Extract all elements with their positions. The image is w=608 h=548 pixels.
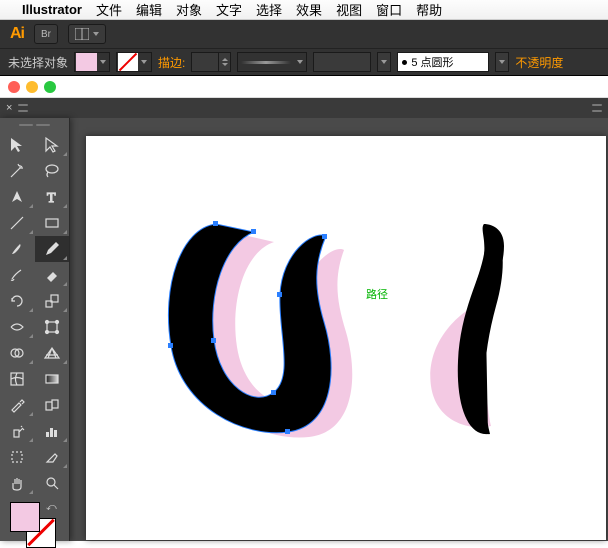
chevron-down-icon [100,60,106,64]
menu-help[interactable]: 帮助 [416,0,442,19]
free-transform-tool[interactable] [35,314,70,340]
artwork [86,136,606,540]
minimize-window-icon[interactable] [26,81,38,93]
menu-edit[interactable]: 编辑 [136,0,162,19]
profile-uniform-icon [241,61,291,64]
pencil-tool[interactable] [35,236,70,262]
panel-grip-icon[interactable] [18,104,28,112]
menu-view[interactable]: 视图 [336,0,362,19]
stroke-weight-stepper[interactable] [218,52,230,72]
lasso-tool[interactable] [35,158,70,184]
chevron-down-icon [381,60,387,64]
mac-menubar: Illustrator 文件 编辑 对象 文字 选择 效果 视图 窗口 帮助 [0,0,608,20]
control-bar: 未选择对象 描边: 5 点圆形 不透明度 [0,48,608,76]
menu-object[interactable]: 对象 [176,0,202,19]
stroke-label[interactable]: 描边: [158,54,185,71]
symbol-sprayer-tool[interactable] [0,418,35,444]
brush-definition-dropdown[interactable]: 5 点圆形 [397,52,489,72]
menu-window[interactable]: 窗口 [376,0,402,19]
blob-brush-tool[interactable] [0,262,35,288]
eraser-tool[interactable] [35,262,70,288]
opacity-label[interactable]: 不透明度 [515,54,563,71]
zoom-tool[interactable] [35,470,70,496]
brush-name: 5 点圆形 [411,54,453,70]
close-tab-icon[interactable]: × [6,102,12,114]
path-label: 路径 [366,286,388,302]
panel-grip-icon[interactable] [592,104,602,112]
eyedropper-tool[interactable] [0,392,35,418]
chevron-down-icon [141,60,147,64]
document-tabbar: × [0,98,608,118]
bridge-button[interactable]: Br [34,24,58,44]
fill-stroke-controls[interactable]: ⤺ [10,502,69,541]
swap-fill-stroke-icon[interactable]: ⤺ [46,502,57,513]
fill-color-icon [76,53,97,71]
menu-select[interactable]: 选择 [256,0,282,19]
line-segment-tool[interactable] [0,210,35,236]
tools-panel: T ⤺ [0,118,70,541]
width-tool[interactable] [0,314,35,340]
canvas-area[interactable]: 路径 [70,118,608,541]
chevron-down-icon [499,60,505,64]
direct-selection-tool[interactable] [35,132,70,158]
application-bar: Ai Br [0,20,608,48]
hand-tool[interactable] [0,470,35,496]
stroke-weight-input[interactable] [191,52,231,72]
close-window-icon[interactable] [8,81,20,93]
chevron-down-icon [93,32,99,36]
style-dropdown[interactable] [313,52,371,72]
ai-logo-icon: Ai [10,25,24,43]
gradient-tool[interactable] [35,366,70,392]
selection-status: 未选择对象 [8,54,68,71]
arrange-icon [75,28,89,40]
paintbrush-tool[interactable] [0,236,35,262]
svg-text:T: T [47,191,56,206]
panel-grip-icon[interactable] [0,122,69,128]
rectangle-tool[interactable] [35,210,70,236]
chevron-down-icon [297,60,303,64]
fill-swatch[interactable] [74,52,110,72]
mesh-tool[interactable] [0,366,35,392]
selection-tool[interactable] [0,132,35,158]
brush-dot-icon [402,60,407,65]
artboard-tool[interactable] [0,444,35,470]
type-tool[interactable]: T [35,184,70,210]
app-name[interactable]: Illustrator [22,2,82,17]
shape-builder-tool[interactable] [0,340,35,366]
scale-tool[interactable] [35,288,70,314]
stroke-profile-dropdown[interactable] [237,52,307,72]
fill-color-icon[interactable] [10,502,40,532]
artboard[interactable]: 路径 [86,136,606,540]
document-titlebar[interactable] [0,76,608,98]
menu-file[interactable]: 文件 [96,0,122,19]
magic-wand-tool[interactable] [0,158,35,184]
pen-tool[interactable] [0,184,35,210]
no-stroke-icon [118,53,138,71]
blend-tool[interactable] [35,392,70,418]
slice-tool[interactable] [35,444,70,470]
zoom-window-icon[interactable] [44,81,56,93]
rotate-tool[interactable] [0,288,35,314]
stroke-swatch[interactable] [116,52,152,72]
perspective-grid-tool[interactable] [35,340,70,366]
menu-effect[interactable]: 效果 [296,0,322,19]
column-graph-tool[interactable] [35,418,70,444]
menu-type[interactable]: 文字 [216,0,242,19]
arrange-documents-button[interactable] [68,24,106,44]
